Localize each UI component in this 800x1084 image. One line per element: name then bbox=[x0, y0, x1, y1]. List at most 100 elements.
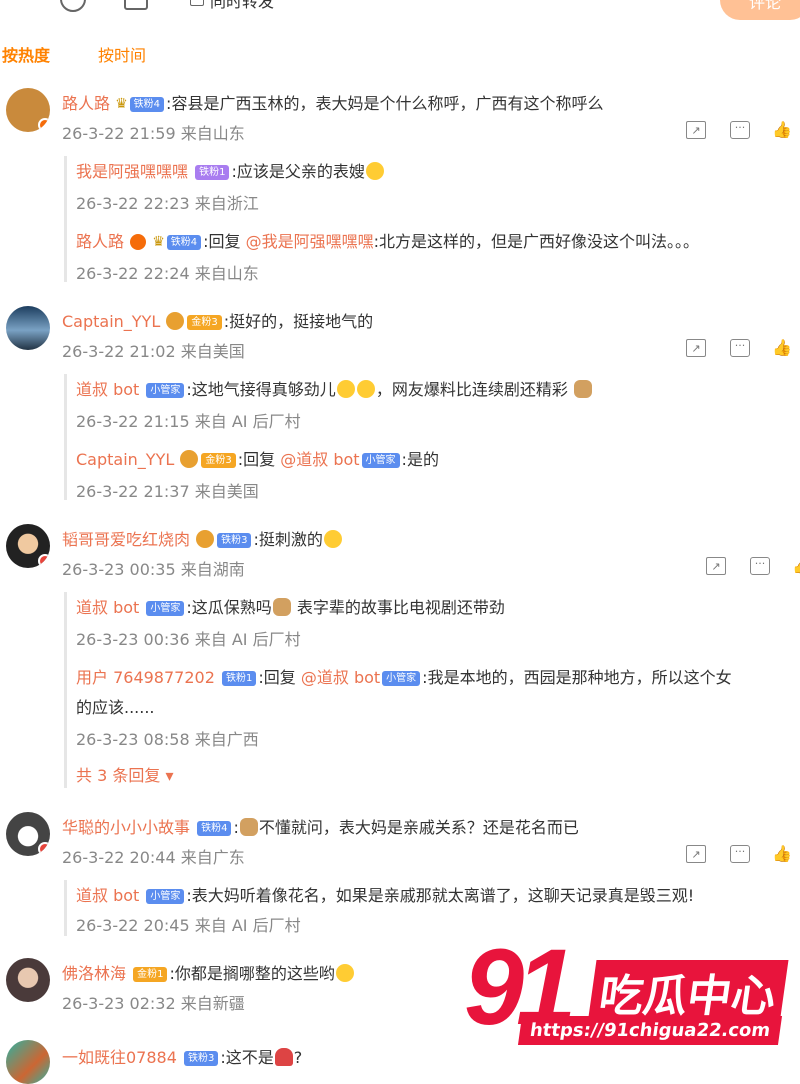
emoji-icon[interactable] bbox=[60, 0, 86, 12]
reply-line: 道叔 bot 小管家:表大妈听着像花名，如果是亲戚那就太离谱了，这聊天记录真是毁… bbox=[76, 882, 694, 906]
sort-by-hot[interactable]: 按热度 bbox=[2, 42, 50, 66]
comment-text-cont: ? bbox=[293, 1048, 303, 1067]
watermark-brand: 吃瓜中心 bbox=[587, 960, 789, 1024]
reply-text: :回复 bbox=[237, 450, 276, 469]
share-icon[interactable]: ↗ bbox=[686, 121, 706, 139]
comment-actions: ↗ ··· 👍 bbox=[686, 845, 796, 865]
avatar[interactable] bbox=[6, 306, 50, 350]
comment-text: :这不是 bbox=[220, 1048, 274, 1067]
reply-divider bbox=[64, 374, 67, 500]
like-icon[interactable]: 👍 bbox=[772, 339, 792, 357]
doge-emoji-icon bbox=[272, 598, 291, 616]
reply-text-cont: :我是本地的，西园是那种地方，所以这个女 bbox=[422, 668, 732, 687]
reply-text-cont: ，网友爆料比连续剧还精彩 bbox=[375, 380, 568, 399]
reply-line: 路人路 ♛ 铁粉4:回复 @我是阿强嘿嘿嘿:北方是这样的，但是广西好像没这个叫法。… bbox=[76, 228, 699, 252]
sweat-emoji-icon bbox=[335, 964, 354, 982]
avatar[interactable] bbox=[6, 88, 50, 132]
reply-text-cont: :北方是这样的，但是广西好像没这个叫法。。。 bbox=[373, 232, 700, 251]
reply-meta: 26-3-22 21:37 来自美国 bbox=[76, 482, 259, 501]
comment-meta: 26-3-23 02:32 来自新疆 bbox=[62, 994, 245, 1013]
reply-line: 用户 7649877202 铁粉1:回复 @道叔 bot 小管家:我是本地的，西园… bbox=[76, 664, 800, 688]
username[interactable]: 路人路 bbox=[76, 232, 124, 251]
username[interactable]: 道叔 bot bbox=[76, 598, 139, 617]
username[interactable]: 韬哥哥爱吃红烧肉 bbox=[62, 530, 190, 549]
username[interactable]: 道叔 bot bbox=[76, 886, 139, 905]
doge-emoji-icon bbox=[239, 818, 258, 836]
comment-line: Captain_YYL 金粉3:挺好的，挺接地气的 bbox=[62, 308, 373, 332]
fan-badge: 铁粉1 bbox=[195, 165, 230, 180]
share-icon[interactable]: ↗ bbox=[686, 339, 706, 357]
comment-meta: 26-3-23 00:35 来自湖南 bbox=[62, 560, 245, 579]
username[interactable]: 华聪的小小小故事 bbox=[62, 818, 190, 837]
reply-meta: 26-3-23 00:36 来自 AI 后厂村 bbox=[76, 630, 301, 649]
reply-meta: 26-3-22 22:23 来自浙江 bbox=[76, 194, 259, 213]
share-icon[interactable]: ↗ bbox=[706, 557, 726, 575]
comment-meta: 26-3-22 21:02 来自美国 bbox=[62, 342, 245, 361]
username[interactable]: Captain_YYL bbox=[62, 312, 160, 331]
username[interactable]: 道叔 bot bbox=[76, 380, 139, 399]
mention-link[interactable]: @我是阿强嘿嘿嘿 bbox=[246, 232, 374, 251]
comment-text: : bbox=[233, 818, 239, 837]
repost-label: 同时转发 bbox=[210, 0, 275, 11]
avatar[interactable] bbox=[6, 958, 50, 1002]
fan-badge: 金粉1 bbox=[133, 967, 168, 982]
fan-badge: 铁粉4 bbox=[197, 821, 232, 836]
doge-emoji-icon bbox=[573, 380, 592, 398]
bot-badge: 小管家 bbox=[146, 889, 185, 904]
sweat-emoji-icon bbox=[323, 530, 342, 548]
fan-badge: 铁粉3 bbox=[184, 1051, 219, 1066]
comment-line: 路人路 ♛ 铁粉4:容县是广西玉林的，表大妈是个什么称呼，广西有这个称呼么 bbox=[62, 90, 603, 114]
sweat-emoji-icon bbox=[336, 380, 355, 398]
mushroom-emoji-icon bbox=[274, 1048, 293, 1066]
comment-icon[interactable]: ··· bbox=[750, 557, 770, 575]
post-comment-button[interactable]: 评论 bbox=[720, 0, 800, 20]
reply-line: 我是阿强嘿嘿嘿 铁粉1:应该是父亲的表嫂 bbox=[76, 158, 385, 182]
comment-text: :挺好的，挺接地气的 bbox=[223, 312, 374, 331]
sort-by-time[interactable]: 按时间 bbox=[98, 42, 146, 66]
like-icon[interactable]: 👍 bbox=[772, 121, 792, 139]
username[interactable]: 路人路 bbox=[62, 94, 110, 113]
repost-checkbox[interactable] bbox=[190, 0, 204, 6]
username[interactable]: 一如既往07884 bbox=[62, 1048, 177, 1067]
verified-icon bbox=[38, 842, 50, 856]
mention-link[interactable]: @道叔 bot bbox=[301, 668, 380, 687]
avatar[interactable] bbox=[6, 524, 50, 568]
view-more-replies-link[interactable]: 共 3 条回复 ▾ bbox=[76, 762, 173, 786]
comment-line: 华聪的小小小故事 铁粉4: 不懂就问，表大妈是亲戚关系？还是花名而已 bbox=[62, 814, 579, 838]
fan-badge: 铁粉4 bbox=[129, 97, 165, 112]
bot-badge: 小管家 bbox=[146, 383, 185, 398]
reply-divider bbox=[64, 880, 67, 936]
username[interactable]: Captain_YYL bbox=[76, 450, 174, 469]
reply-line: 道叔 bot 小管家:这地气接得真够劲儿 ，网友爆料比连续剧还精彩 bbox=[76, 376, 593, 400]
reply-text-wrap: 的应该...... bbox=[76, 698, 155, 717]
comment-meta: 26-3-22 21:59 来自山东 bbox=[62, 124, 245, 143]
crown-icon: ♛ bbox=[115, 96, 128, 112]
username[interactable]: 用户 7649877202 bbox=[76, 668, 215, 687]
comment-icon[interactable]: ··· bbox=[730, 121, 750, 139]
fan-crown-icon bbox=[180, 450, 199, 468]
comment-actions: ↗ ··· 👍 bbox=[686, 339, 796, 359]
image-icon[interactable] bbox=[124, 0, 148, 10]
reply-meta: 26-3-22 21:15 来自 AI 后厂村 bbox=[76, 412, 301, 431]
share-icon[interactable]: ↗ bbox=[686, 845, 706, 863]
comment-icon[interactable]: ··· bbox=[730, 845, 750, 863]
mention-link[interactable]: @道叔 bot bbox=[280, 450, 359, 469]
avatar[interactable] bbox=[6, 1040, 50, 1084]
comment-line: 佛洛林海 金粉1:你都是搁哪整的这些哟 bbox=[62, 960, 355, 984]
like-icon[interactable]: 👍 bbox=[772, 845, 792, 863]
reply-line: 道叔 bot 小管家:这瓜保熟吗 表字辈的故事比电视剧还带劲 bbox=[76, 594, 505, 618]
fan-badge: 铁粉3 bbox=[217, 533, 252, 548]
fan-crown-icon bbox=[166, 312, 185, 330]
watermark-url: https://91chigua22.com bbox=[517, 1016, 783, 1045]
fan-badge: 金粉3 bbox=[187, 315, 222, 330]
reply-line: Captain_YYL 金粉3:回复 @道叔 bot 小管家:是的 bbox=[76, 446, 439, 470]
username[interactable]: 佛洛林海 bbox=[62, 964, 126, 983]
reply-text: :这地气接得真够劲儿 bbox=[186, 380, 336, 399]
avatar[interactable] bbox=[6, 812, 50, 856]
composer-toolbar: 同时转发 评论 bbox=[0, 0, 800, 20]
like-icon[interactable]: 👍 bbox=[792, 557, 800, 575]
username[interactable]: 我是阿强嘿嘿嘿 bbox=[76, 162, 188, 181]
fan-badge: 铁粉4 bbox=[166, 235, 202, 250]
sweat-emoji-icon bbox=[356, 380, 375, 398]
comment-icon[interactable]: ··· bbox=[730, 339, 750, 357]
